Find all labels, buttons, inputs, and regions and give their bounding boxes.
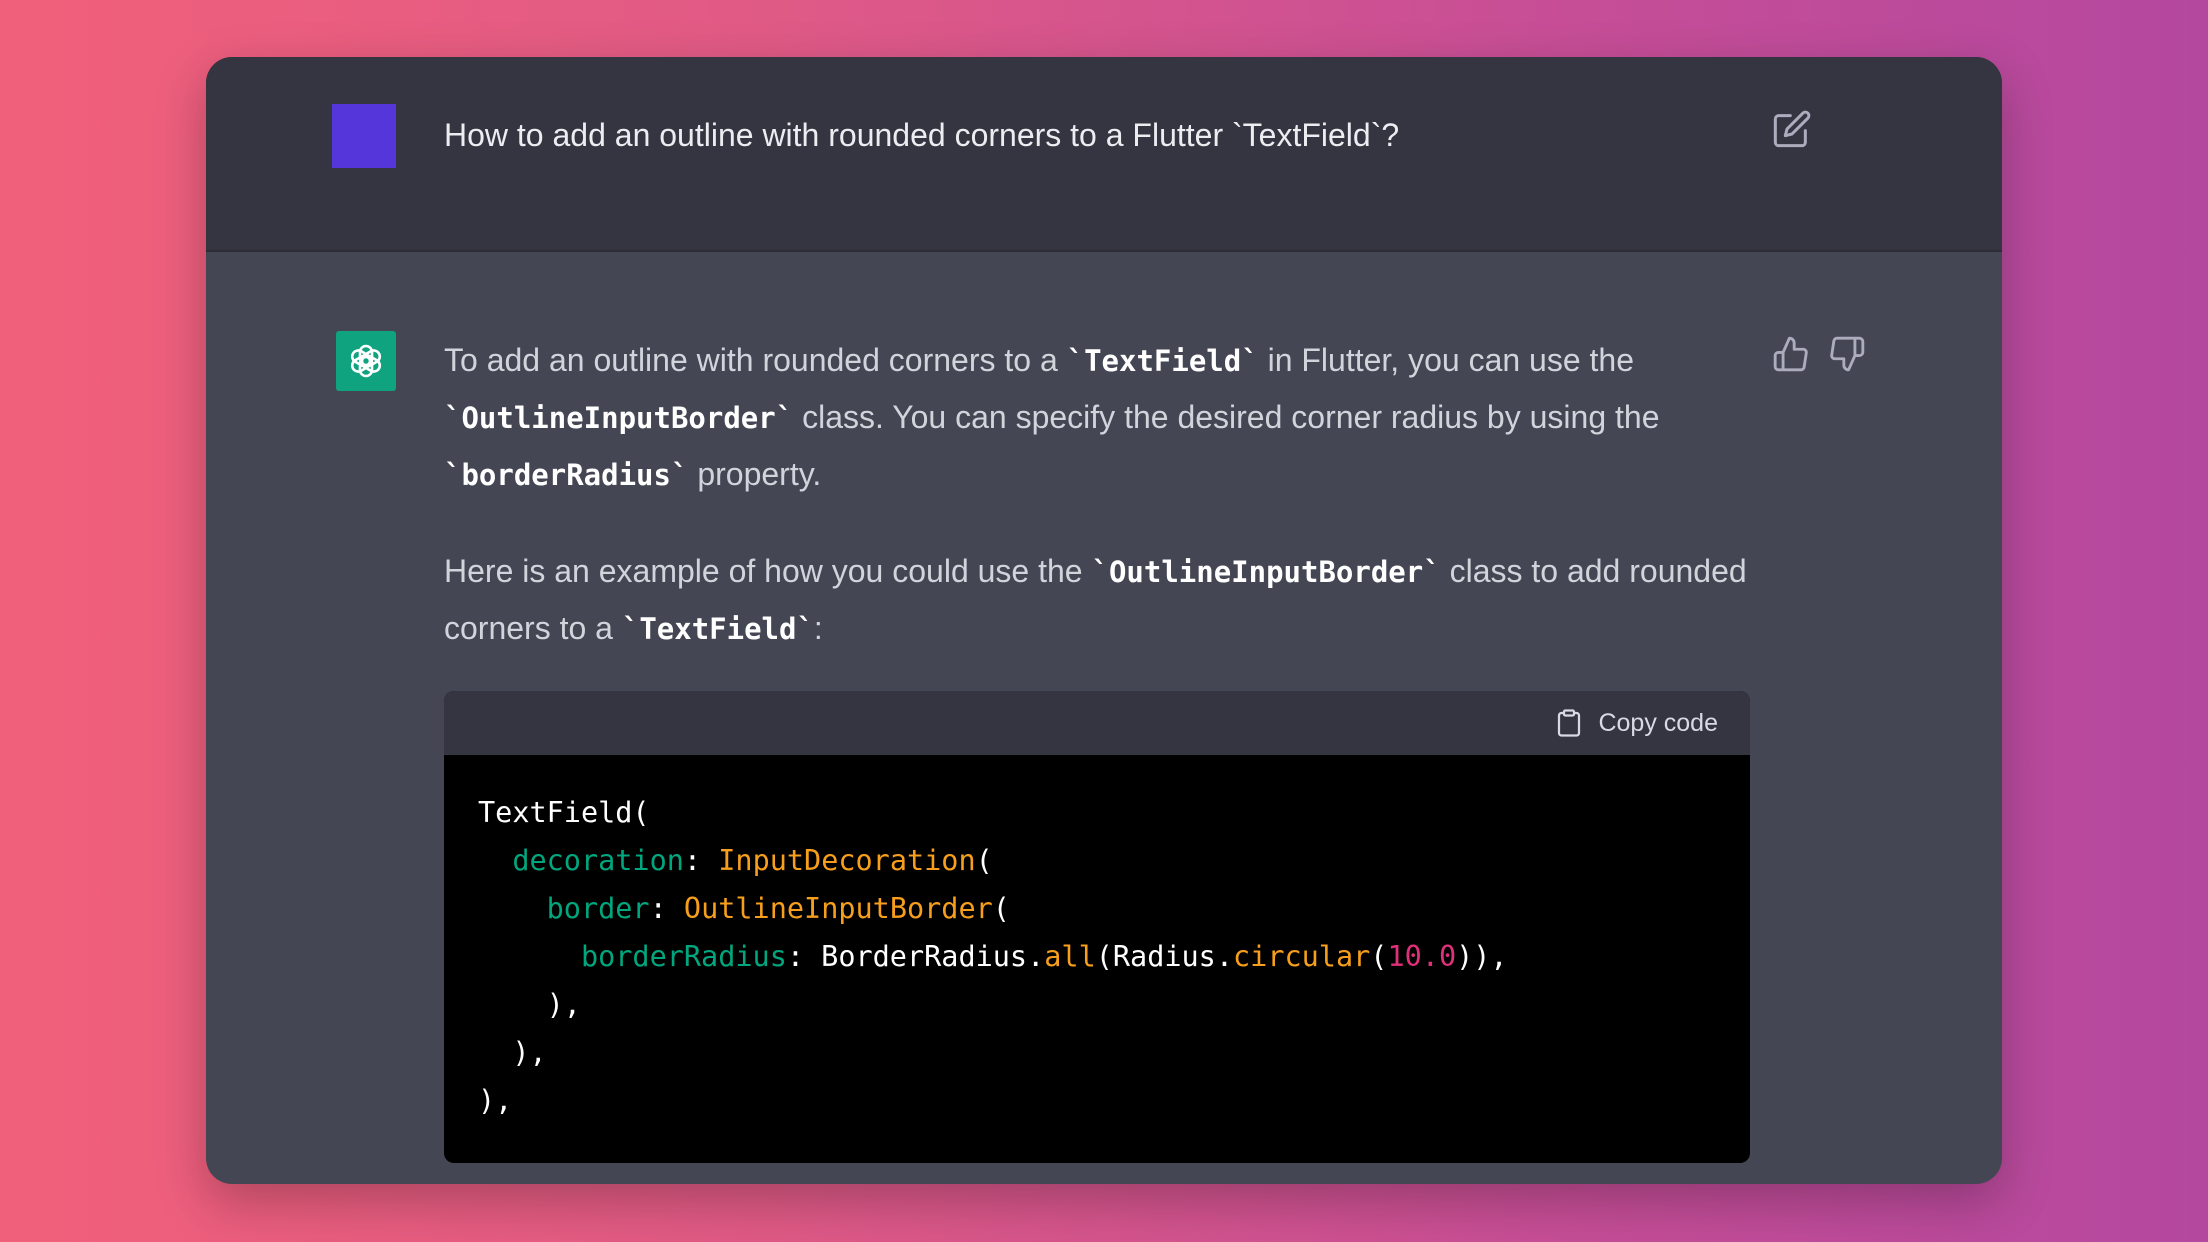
thumbs-up-icon[interactable] [1772,335,1810,373]
code-line: ), [478,988,581,1021]
code-line: border: OutlineInputBorder( [546,892,1010,925]
code-content: TextField( decoration: InputDecoration( … [444,755,1750,1159]
inline-code: `OutlineInputBorder` [1091,555,1441,589]
assistant-paragraph-2: Here is an example of how you could use … [444,553,1747,646]
inline-code: `OutlineInputBorder` [444,401,794,435]
copy-code-label: Copy code [1598,708,1718,737]
assistant-message: To add an outline with rounded corners t… [444,332,1754,697]
code-block-header: Copy code [444,691,1750,755]
clipboard-icon [1558,709,1581,737]
thumbs-down-icon[interactable] [1828,335,1866,373]
assistant-paragraph-1: To add an outline with rounded corners t… [444,342,1660,492]
code-line: borderRadius: BorderRadius.all(Radius.ci… [580,940,1508,973]
inline-code: `TextField` [621,612,814,646]
openai-logo-icon [350,344,382,378]
code-line: ), [478,1036,547,1069]
code-block: Copy code TextField( decoration: InputDe… [444,691,1750,1163]
code-line: decoration: InputDecoration( [512,844,993,877]
copy-code-button[interactable]: Copy code [1554,705,1718,741]
user-message-row: How to add an outline with rounded corne… [206,57,2002,252]
edit-icon[interactable] [1772,109,1812,149]
code-line: ), [478,1084,513,1117]
inline-code: `TextField` [1066,344,1259,378]
user-avatar [332,104,396,168]
code-line: TextField( [478,796,650,829]
inline-code: `borderRadius` [444,458,689,492]
chat-window: How to add an outline with rounded corne… [206,57,2002,1184]
user-message-text: How to add an outline with rounded corne… [444,117,1400,153]
assistant-avatar [336,331,396,391]
